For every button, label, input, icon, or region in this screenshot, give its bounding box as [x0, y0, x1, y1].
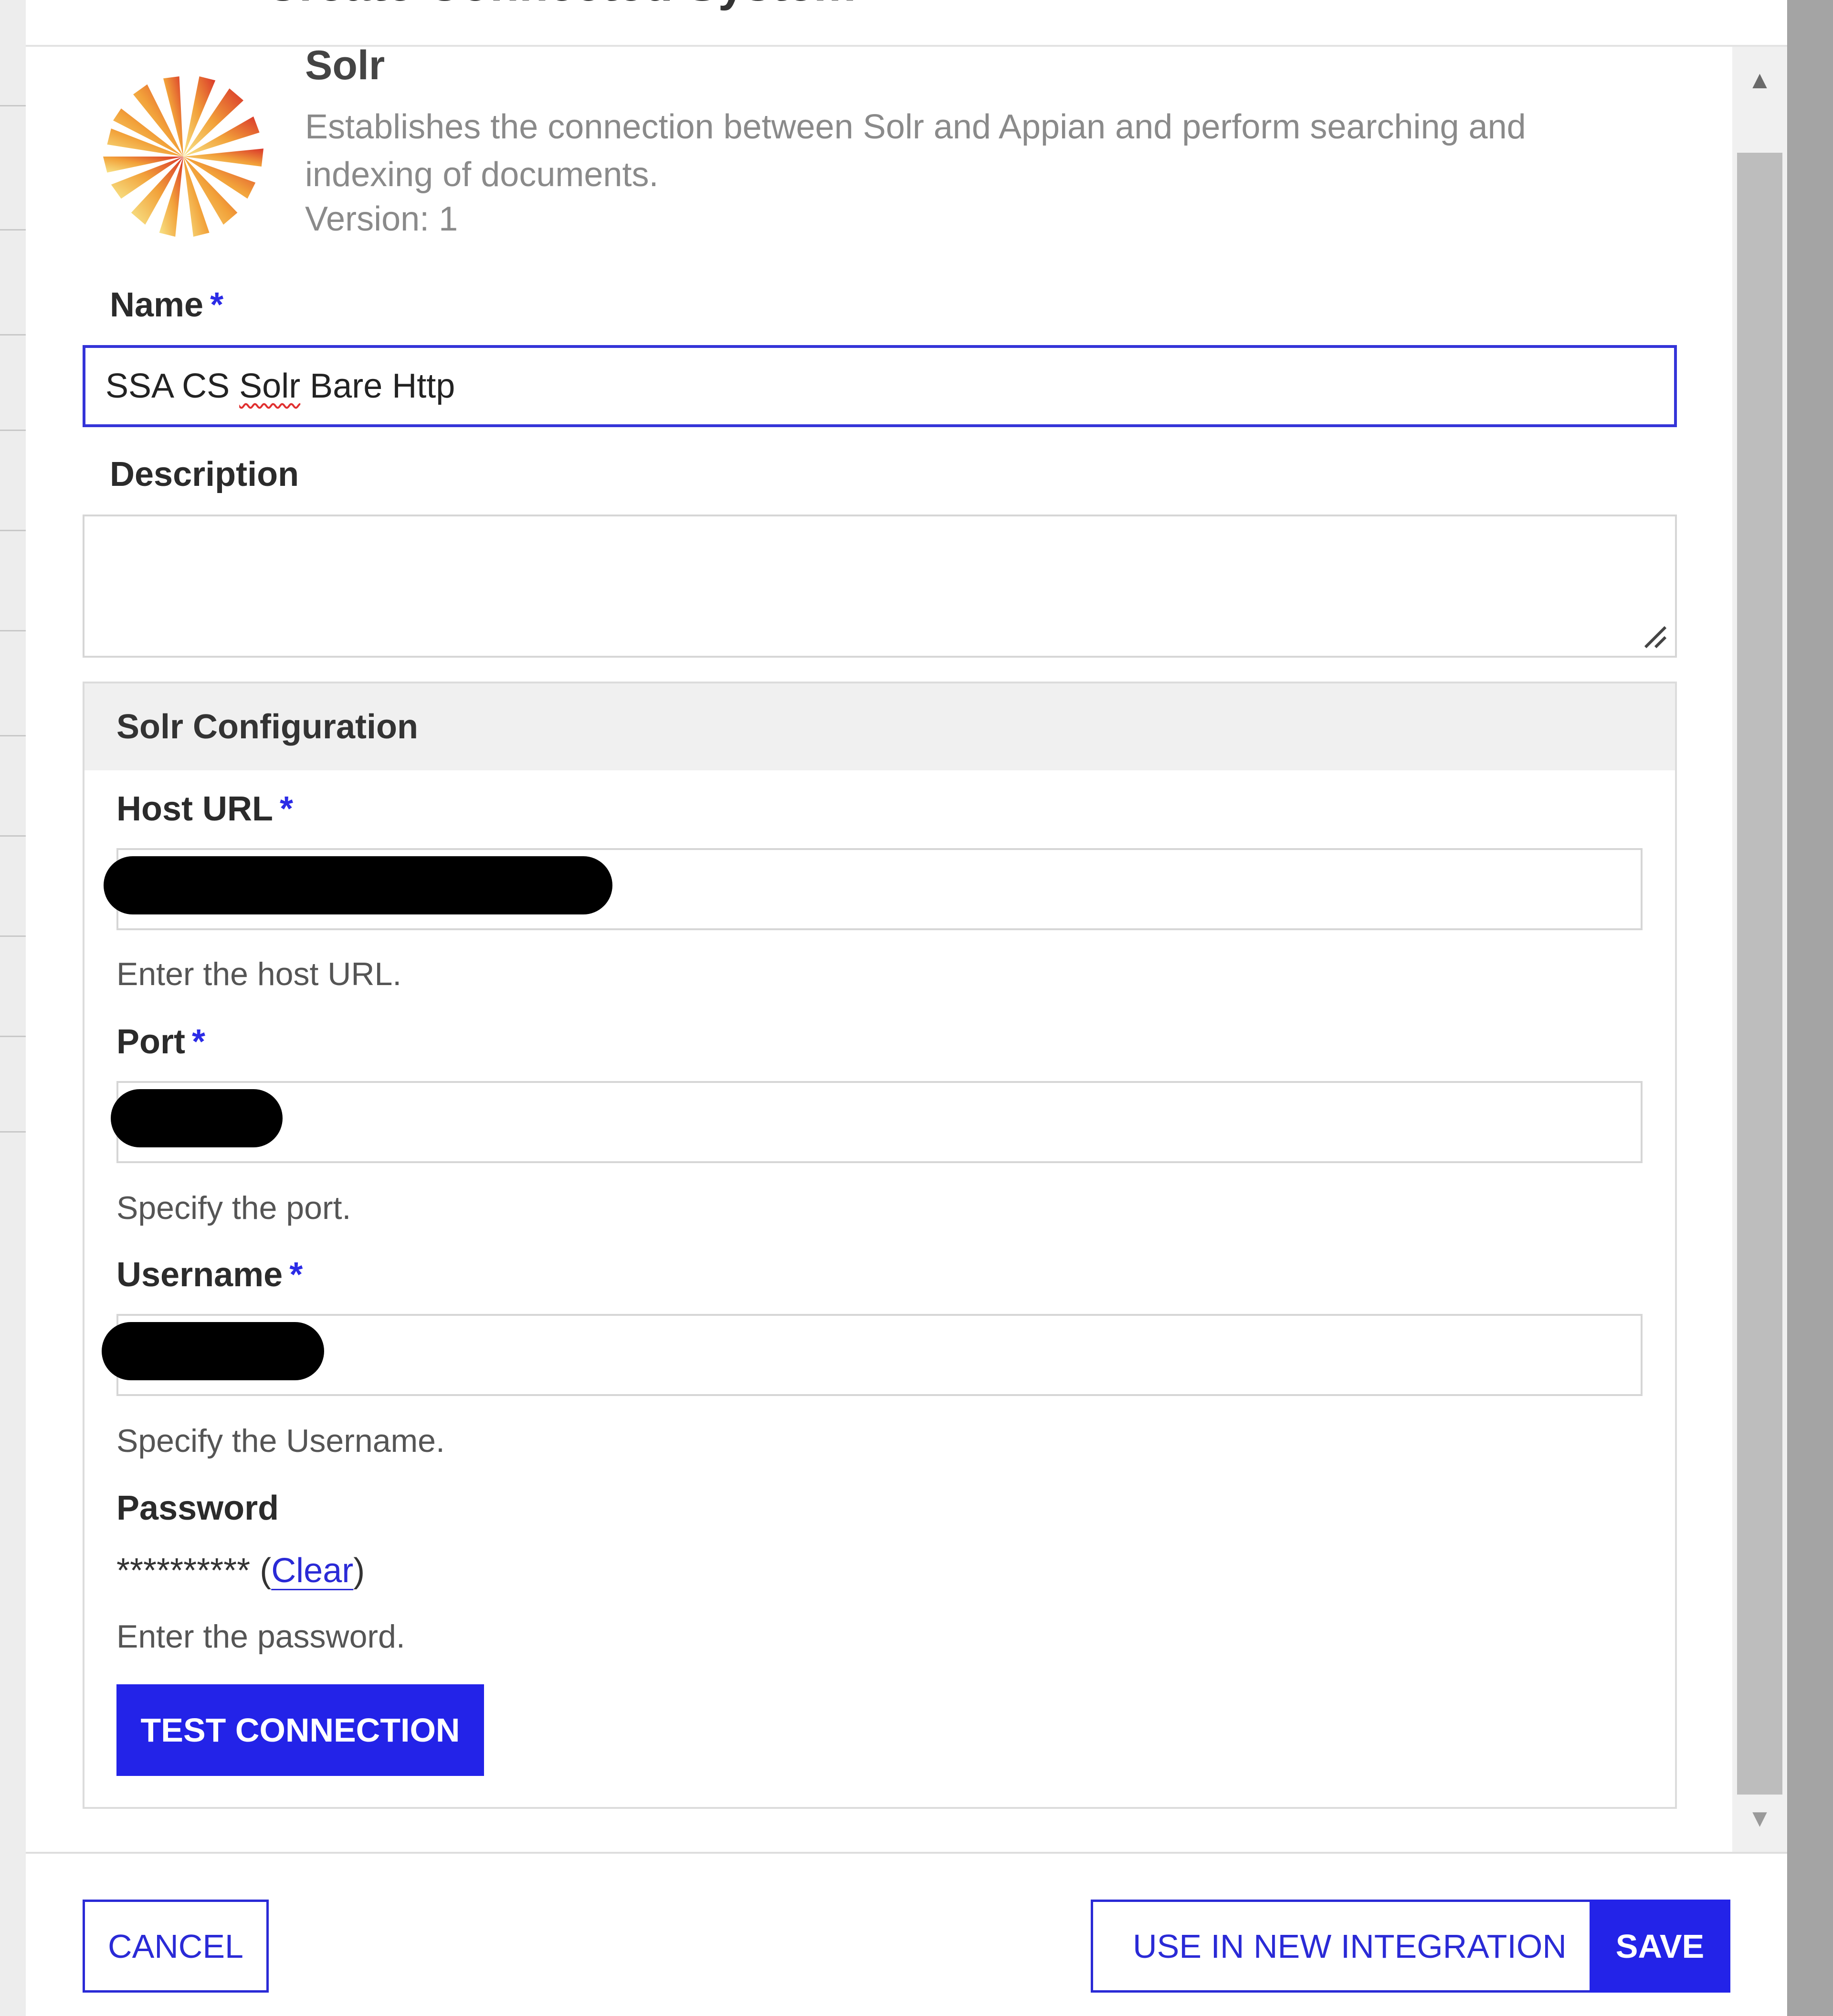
required-marker: * [210, 286, 224, 324]
scrollbar-thumb[interactable] [1737, 153, 1782, 1795]
cancel-button[interactable]: CANCEL [83, 1900, 269, 1993]
background-divider [0, 1131, 29, 1133]
password-mask: ********** [116, 1552, 251, 1590]
username-input[interactable] [116, 1314, 1643, 1396]
required-marker: * [192, 1023, 206, 1061]
redaction-mark [111, 1089, 283, 1147]
test-connection-button[interactable]: TEST CONNECTION [116, 1684, 484, 1776]
save-button[interactable]: SAVE [1590, 1900, 1730, 1993]
dialog-title: Create Connected System [264, 0, 1028, 11]
port-input[interactable] [116, 1081, 1643, 1163]
use-in-new-integration-button[interactable]: USE IN NEW INTEGRATION [1091, 1900, 1609, 1993]
background-divider [0, 935, 29, 937]
background-divider [0, 229, 29, 231]
name-value-misspelled: Solr [239, 367, 301, 405]
password-row: ********** (Clear) [116, 1551, 365, 1590]
section-title: Solr Configuration [116, 708, 418, 746]
background-divider [0, 430, 29, 431]
solr-logo-icon [103, 76, 263, 237]
description-textarea[interactable] [83, 514, 1677, 658]
background-page [0, 0, 29, 2016]
username-label-text: Username [116, 1256, 283, 1294]
connected-system-dialog: Create Connected System [26, 0, 1787, 2016]
port-help: Specify the port. [116, 1190, 351, 1226]
solr-configuration-section: Solr Configuration Host URL * Enter the h… [83, 682, 1677, 1809]
host-url-help: Enter the host URL. [116, 956, 402, 992]
host-url-label-text: Host URL [116, 790, 273, 828]
port-label: Port * [116, 1022, 205, 1061]
dialog-scroll-area[interactable]: Solr Establishes the connection between … [26, 47, 1787, 1852]
redaction-mark [104, 856, 612, 914]
username-help: Specify the Username. [116, 1423, 445, 1459]
clear-close-paren: ) [353, 1552, 365, 1590]
background-divider [0, 735, 29, 736]
background-divider [0, 835, 29, 837]
password-label: Password [116, 1489, 279, 1527]
clear-password-link[interactable]: Clear [271, 1552, 353, 1590]
redaction-mark [102, 1322, 324, 1380]
footer-divider [26, 1852, 1787, 1854]
background-divider [0, 630, 29, 631]
host-url-label: Host URL * [116, 789, 293, 829]
username-label: Username * [116, 1255, 303, 1294]
name-value-prefix: SSA CS [105, 367, 240, 405]
connector-description: Establishes the connection between Solr … [305, 108, 1526, 194]
resize-handle-icon[interactable] [1640, 621, 1668, 650]
name-value-suffix: Bare Http [300, 367, 455, 405]
port-label-text: Port [116, 1023, 185, 1061]
section-header: Solr Configuration [84, 683, 1675, 770]
background-page-right [1788, 0, 1833, 2016]
background-divider [0, 1036, 29, 1037]
name-input[interactable]: SSA CS Solr Bare Http [83, 345, 1677, 427]
name-label-text: Name [110, 286, 204, 324]
background-divider [0, 530, 29, 531]
required-marker: * [289, 1256, 303, 1294]
connector-version: Version: 1 [305, 200, 458, 238]
description-label: Description [110, 455, 299, 494]
background-divider [0, 334, 29, 336]
clear-open-paren: ( [250, 1552, 272, 1590]
connector-name: Solr [305, 47, 385, 88]
password-help: Enter the password. [116, 1618, 405, 1655]
name-label: Name * [110, 285, 223, 325]
caret-up-icon[interactable]: ▲ [1732, 56, 1787, 104]
required-marker: * [279, 790, 294, 828]
background-divider [0, 105, 29, 106]
caret-down-icon[interactable]: ▼ [1732, 1795, 1787, 1842]
